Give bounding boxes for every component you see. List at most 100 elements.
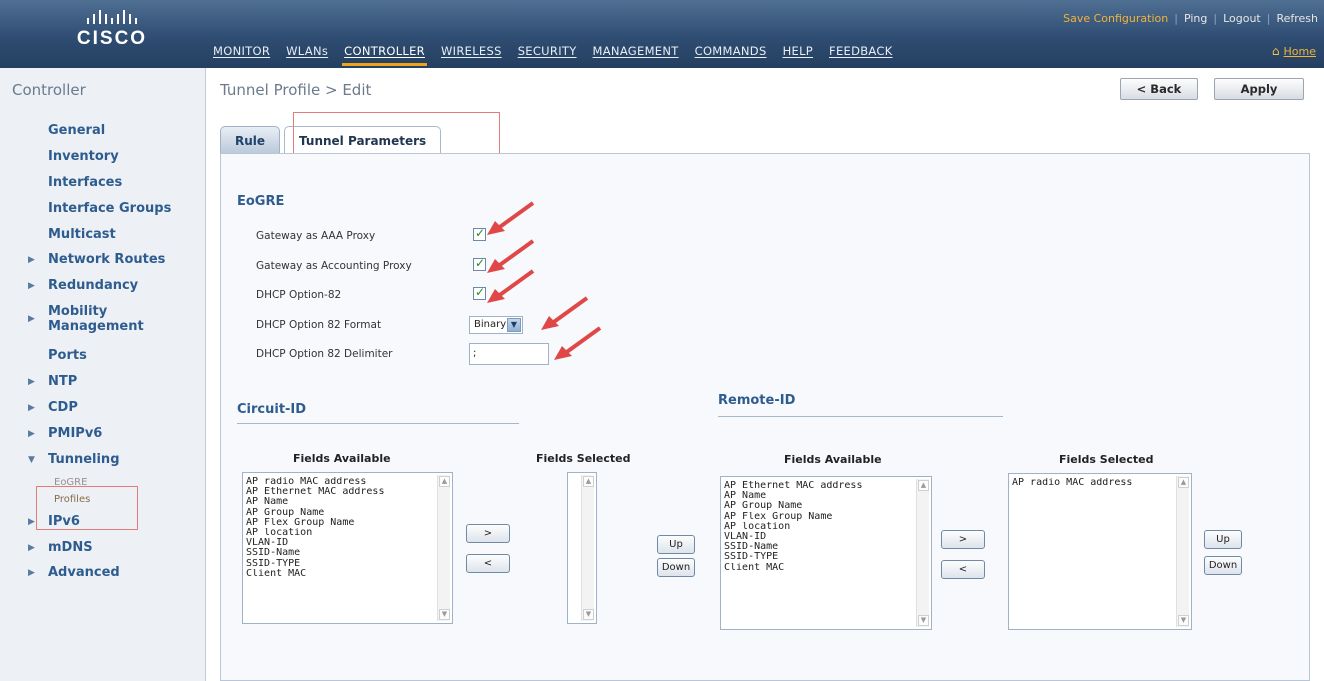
sidebar-item-inventory[interactable]: Inventory xyxy=(0,146,206,172)
sidebar-item-tunneling[interactable]: ▼ Tunneling xyxy=(0,449,206,475)
list-item[interactable]: SSID-TYPE xyxy=(243,559,452,569)
dropdown-arrow-icon: ▼ xyxy=(507,318,521,332)
apply-button[interactable]: Apply xyxy=(1214,78,1304,100)
dhcp82-delimiter-label: DHCP Option 82 Delimiter xyxy=(256,348,393,360)
circuit-selected-list[interactable]: ▲ ▼ xyxy=(567,472,597,624)
list-item[interactable]: AP Flex Group Name xyxy=(243,518,452,528)
nav-controller[interactable]: CONTROLLER xyxy=(336,44,433,66)
nav-monitor[interactable]: MONITOR xyxy=(213,44,278,64)
scrollbar[interactable]: ▲ ▼ xyxy=(1176,476,1189,627)
circuit-available-list[interactable]: AP radio MAC address AP Ethernet MAC add… xyxy=(242,472,453,624)
logout-link[interactable]: Logout xyxy=(1223,12,1261,25)
remote-id-title: Remote-ID xyxy=(718,393,796,408)
nav-management[interactable]: MANAGEMENT xyxy=(585,44,687,64)
save-configuration-link[interactable]: Save Configuration xyxy=(1063,12,1168,25)
circuit-remove-button[interactable]: < xyxy=(466,554,510,573)
nav-wireless[interactable]: WIRELESS xyxy=(433,44,510,64)
scrollbar[interactable]: ▲ ▼ xyxy=(581,475,594,621)
remote-selected-header: Fields Selected xyxy=(1059,453,1154,466)
home-link[interactable]: ⌂ Home xyxy=(1272,44,1316,58)
circuit-id-title: Circuit-ID xyxy=(237,402,307,417)
logo-text: CISCO xyxy=(76,28,148,49)
nav-help[interactable]: HELP xyxy=(775,44,821,64)
remote-selected-list[interactable]: AP radio MAC address ▲ ▼ xyxy=(1008,473,1192,630)
expand-caret-icon: ▶ xyxy=(28,516,35,527)
scroll-up-icon[interactable]: ▲ xyxy=(1178,477,1189,488)
cisco-logo: CISCO xyxy=(62,8,162,58)
annotation-arrow-icon xyxy=(487,201,535,235)
nav-feedback[interactable]: FEEDBACK xyxy=(821,44,901,64)
list-item[interactable]: SSID-Name xyxy=(721,542,931,552)
main-content: Tunnel Profile > Edit < Back Apply Rule … xyxy=(207,68,1324,681)
sidebar-item-general[interactable]: General xyxy=(0,120,206,146)
list-item[interactable]: AP Ethernet MAC address xyxy=(721,481,931,491)
sidebar-item-ports[interactable]: Ports xyxy=(0,345,206,371)
list-item[interactable]: VLAN-ID xyxy=(721,532,931,542)
list-item[interactable]: AP location xyxy=(721,522,931,532)
scrollbar[interactable]: ▲ ▼ xyxy=(916,479,929,627)
list-item[interactable]: AP Ethernet MAC address xyxy=(243,487,452,497)
cisco-logo-bars-icon xyxy=(62,8,162,24)
remote-up-button[interactable]: Up xyxy=(1204,530,1242,549)
list-item[interactable]: SSID-TYPE xyxy=(721,552,931,562)
sidebar-item-network-routes[interactable]: ▶ Network Routes xyxy=(0,249,206,275)
circuit-add-button[interactable]: > xyxy=(466,524,510,543)
top-banner: CISCO Save Configuration | Ping | Logout… xyxy=(0,0,1324,68)
list-item[interactable]: SSID-Name xyxy=(243,548,452,558)
scroll-down-icon[interactable]: ▼ xyxy=(918,615,929,626)
scroll-up-icon[interactable]: ▲ xyxy=(918,480,929,491)
sidebar-item-pmipv6[interactable]: ▶ PMIPv6 xyxy=(0,423,206,449)
sidebar-item-interface-groups[interactable]: Interface Groups xyxy=(0,198,206,224)
scroll-up-icon[interactable]: ▲ xyxy=(583,476,594,487)
nav-security[interactable]: SECURITY xyxy=(510,44,585,64)
dhcp82-label: DHCP Option-82 xyxy=(256,289,342,301)
dhcp82-format-select[interactable]: Binary ▼ xyxy=(469,316,523,334)
remote-available-header: Fields Available xyxy=(784,453,882,466)
circuit-down-button[interactable]: Down xyxy=(657,558,695,577)
tab-panel: EoGRE Gateway as AAA Proxy ✓ Gateway as … xyxy=(220,153,1310,681)
scroll-down-icon[interactable]: ▼ xyxy=(583,609,594,620)
remote-available-list[interactable]: AP Ethernet MAC address AP Name AP Group… xyxy=(720,476,932,630)
list-item[interactable]: AP Flex Group Name xyxy=(721,512,931,522)
remote-down-button[interactable]: Down xyxy=(1204,556,1242,575)
nav-wlans[interactable]: WLANs xyxy=(278,44,336,64)
list-item[interactable]: AP radio MAC address xyxy=(243,477,452,487)
list-item[interactable]: AP Group Name xyxy=(243,508,452,518)
nav-commands[interactable]: COMMANDS xyxy=(687,44,775,64)
expand-caret-icon: ▶ xyxy=(28,568,35,579)
sidebar-item-advanced[interactable]: ▶ Advanced xyxy=(0,562,206,588)
circuit-up-button[interactable]: Up xyxy=(657,535,695,554)
circuit-available-header: Fields Available xyxy=(293,452,391,465)
scroll-up-icon[interactable]: ▲ xyxy=(439,476,450,487)
refresh-link[interactable]: Refresh xyxy=(1276,12,1318,25)
dhcp82-delimiter-input[interactable]: ; xyxy=(469,343,549,365)
back-button[interactable]: < Back xyxy=(1120,78,1198,100)
sidebar-item-ntp[interactable]: ▶ NTP xyxy=(0,371,206,397)
sidebar-item-multicast[interactable]: Multicast xyxy=(0,224,206,250)
sidebar-item-redundancy[interactable]: ▶ Redundancy xyxy=(0,275,206,301)
list-item[interactable]: AP Name xyxy=(243,497,452,507)
sidebar-item-interfaces[interactable]: Interfaces xyxy=(0,172,206,198)
sidebar-item-mobility-management[interactable]: ▶ Mobility Management xyxy=(0,301,160,345)
ping-link[interactable]: Ping xyxy=(1184,12,1207,25)
checkmark-icon: ✓ xyxy=(475,256,486,270)
sidebar-item-mdns[interactable]: ▶ mDNS xyxy=(0,537,206,563)
remote-add-button[interactable]: > xyxy=(941,530,985,549)
remote-remove-button[interactable]: < xyxy=(941,560,985,579)
annotation-highlight-box xyxy=(36,486,138,530)
scroll-down-icon[interactable]: ▼ xyxy=(1178,615,1189,626)
dhcp82-format-label: DHCP Option 82 Format xyxy=(256,319,382,331)
scroll-down-icon[interactable]: ▼ xyxy=(439,609,450,620)
list-item[interactable]: AP location xyxy=(243,528,452,538)
sidebar-item-cdp[interactable]: ▶ CDP xyxy=(0,397,206,423)
scrollbar[interactable]: ▲ ▼ xyxy=(437,475,450,621)
list-item[interactable]: AP Group Name xyxy=(721,501,931,511)
list-item[interactable]: Client MAC xyxy=(243,569,452,579)
list-item[interactable]: VLAN-ID xyxy=(243,538,452,548)
list-item[interactable]: AP Name xyxy=(721,491,931,501)
home-icon: ⌂ xyxy=(1271,44,1280,58)
checkmark-icon: ✓ xyxy=(475,226,486,240)
tab-rule[interactable]: Rule xyxy=(220,126,281,154)
list-item[interactable]: Client MAC xyxy=(721,563,931,573)
list-item[interactable]: AP radio MAC address xyxy=(1009,478,1191,488)
